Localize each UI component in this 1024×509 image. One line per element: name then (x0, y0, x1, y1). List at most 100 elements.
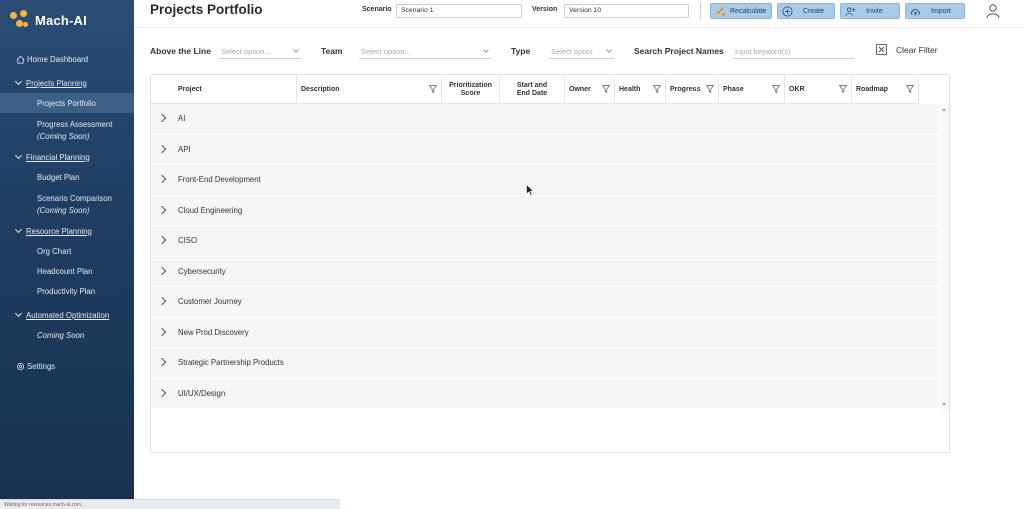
header-divider-line (134, 27, 1024, 28)
version-select[interactable]: Version 10 (564, 4, 689, 18)
project-name: Cybersecurity (178, 266, 226, 276)
chevron-right-icon[interactable] (157, 174, 167, 184)
sidebar-item-scenario-comparison[interactable]: Scenario Comparison (Coming Soon) (0, 187, 134, 221)
search-project-input[interactable]: Input keyword(s) (733, 44, 854, 59)
column-header-start-end-date[interactable]: Start and End Date (500, 75, 565, 104)
sidebar-item-label: Projects Planning (26, 78, 87, 88)
sidebar-item-progress-assessment[interactable]: Progress Assessment (Coming Soon) (0, 113, 134, 147)
project-name: AI (178, 114, 186, 124)
type-filter-label: Type (511, 46, 531, 56)
import-button[interactable]: Import (905, 3, 965, 19)
type-filter-select[interactable]: Select optior (549, 44, 614, 59)
team-filter-label: Team (321, 46, 343, 56)
chevron-right-icon[interactable] (157, 357, 167, 367)
chevron-down-icon (293, 47, 299, 53)
scroll-up-icon[interactable] (942, 108, 946, 111)
table-row[interactable]: Front-End Development (151, 165, 939, 196)
sidebar-item-home-dashboard[interactable]: Home Dashboard (0, 49, 134, 69)
invite-label: Invite (866, 7, 883, 15)
sidebar-section-resource-planning[interactable]: Resource Planning (0, 221, 134, 241)
table-row[interactable]: New Prod Discovery (151, 317, 939, 348)
column-header-roadmap[interactable]: Roadmap (852, 75, 919, 104)
table-row[interactable]: Strategic Partnership Products (151, 348, 939, 379)
column-header-description[interactable]: Description (297, 75, 442, 104)
column-header-phase[interactable]: Phase (719, 75, 785, 104)
create-label: Create (803, 7, 825, 15)
column-label: Description (301, 86, 340, 93)
project-name: Strategic Partnership Products (178, 358, 284, 368)
sidebar-item-productivity-plan[interactable]: Productivity Plan (0, 281, 134, 301)
header-divider (700, 2, 701, 20)
table-row[interactable]: Cybersecurity (151, 256, 939, 287)
filter-icon[interactable] (839, 85, 847, 93)
logo-icon (10, 10, 30, 30)
column-header-health[interactable]: Health (615, 75, 666, 104)
table-header: Project Description Prioritization Score… (151, 75, 919, 104)
filter-icon[interactable] (706, 85, 714, 93)
chevron-right-icon[interactable] (157, 327, 167, 336)
scenario-label: Scenario (362, 6, 392, 13)
brand-name: Mach-AI (35, 12, 87, 28)
chevron-right-icon[interactable] (157, 144, 167, 153)
chevron-right-icon[interactable] (157, 296, 167, 306)
chevron-right-icon[interactable] (157, 266, 167, 275)
filter-icon[interactable] (906, 85, 914, 93)
create-button[interactable]: Create (777, 3, 835, 19)
chevron-right-icon[interactable] (157, 205, 167, 214)
sidebar-item-label: Productivity Plan (37, 286, 96, 296)
user-profile-icon[interactable] (986, 3, 1000, 19)
recalculate-button[interactable]: Recalculate (710, 3, 772, 19)
sidebar-section-projects-planning[interactable]: Projects Planning (0, 73, 134, 93)
sidebar-item-label: Budget Plan (37, 172, 80, 182)
sidebar-section-financial-planning[interactable]: Financial Planning (0, 147, 134, 167)
sidebar-item-label: Progress Assessment (37, 119, 113, 129)
filter-icon[interactable] (429, 85, 437, 93)
home-icon (16, 55, 25, 64)
scroll-down-icon[interactable] (942, 403, 946, 406)
column-header-okr[interactable]: OKR (785, 75, 852, 104)
column-header-prioritization-score[interactable]: Prioritization Score (442, 75, 500, 104)
logo[interactable]: Mach-AI (10, 10, 87, 30)
column-header-project[interactable]: Project (151, 75, 297, 104)
chevron-right-icon[interactable] (157, 113, 167, 123)
sidebar-item-label: Settings (27, 361, 56, 371)
table-row[interactable]: CISO (151, 226, 939, 257)
filter-icon[interactable] (653, 85, 661, 93)
column-label: Start and End Date (516, 81, 548, 97)
table-row[interactable]: Cloud Engineering (151, 195, 939, 226)
table-body: AI API Front-End Development Cloud Engin… (151, 104, 939, 409)
sidebar-item-org-chart[interactable]: Org Chart (0, 241, 134, 261)
chevron-right-icon[interactable] (157, 388, 167, 397)
sidebar-item-headcount-plan[interactable]: Headcount Plan (0, 261, 134, 281)
above-line-filter-label: Above the Line (150, 46, 211, 56)
chevron-down-icon (14, 225, 23, 234)
column-label: Progress (670, 86, 701, 93)
version-label: Version (532, 6, 558, 13)
sidebar-item-projects-portfolio[interactable]: Projects Portfolio (0, 93, 134, 113)
sidebar: Mach-AI Home Dashboard Projects Planning… (0, 0, 134, 509)
invite-button[interactable]: Invite (840, 3, 900, 19)
scenario-select[interactable]: Scenario 1 (396, 4, 522, 18)
sidebar-item-settings[interactable]: Settings (0, 356, 134, 376)
sidebar-item-coming-soon[interactable]: Coming Soon (0, 325, 134, 345)
filter-icon[interactable] (772, 85, 780, 93)
sidebar-item-budget-plan[interactable]: Budget Plan (0, 167, 134, 187)
gear-icon (17, 362, 24, 370)
table-row[interactable]: AI (151, 104, 939, 135)
clear-filter-button[interactable]: Clear Filter (876, 44, 938, 55)
above-line-filter-select[interactable]: Select option... (219, 44, 301, 59)
column-header-owner[interactable]: Owner (565, 75, 615, 104)
sidebar-section-automated-optimization[interactable]: Automated Optimization (0, 305, 134, 325)
team-filter-select[interactable]: Select option... (359, 44, 491, 59)
column-label: Project (178, 86, 202, 93)
column-header-progress[interactable]: Progress (666, 75, 719, 104)
table-row[interactable]: API (151, 134, 939, 165)
table-scrollbar[interactable] (940, 104, 949, 410)
chevron-right-icon[interactable] (157, 235, 167, 245)
filter-icon[interactable] (602, 85, 610, 93)
table-row[interactable]: UI/UX/Design (151, 378, 939, 409)
chevron-down-icon (14, 309, 23, 318)
project-name: Customer Journey (178, 297, 242, 307)
table-row[interactable]: Customer Journey (151, 287, 939, 318)
browser-status-bar: Waiting for resources.mach-ai.com... (0, 499, 340, 509)
